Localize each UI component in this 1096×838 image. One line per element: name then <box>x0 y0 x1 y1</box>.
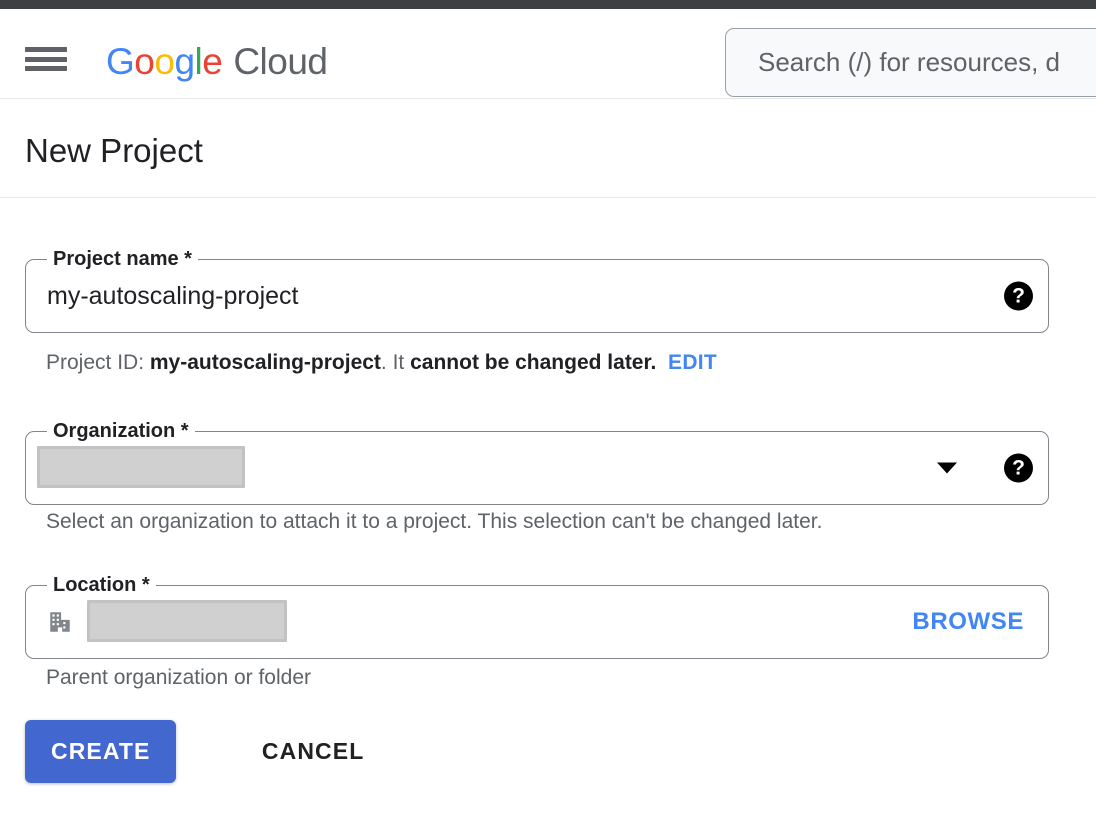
logo-letter-e: e <box>202 41 223 82</box>
global-search-box[interactable] <box>725 28 1096 97</box>
window-top-bar <box>0 0 1096 9</box>
hamburger-bar <box>25 66 67 71</box>
hamburger-menu-icon[interactable] <box>25 45 67 73</box>
logo-word-cloud: Cloud <box>233 41 328 82</box>
logo-letter-o1: o <box>134 41 155 82</box>
logo-letter-o2: o <box>154 41 175 82</box>
organization-label: Organization * <box>47 419 195 443</box>
organization-field[interactable]: Organization * ? <box>25 419 1049 505</box>
cancel-button[interactable]: CANCEL <box>236 720 390 783</box>
project-name-value[interactable]: my-autoscaling-project <box>47 280 299 312</box>
organization-value-redacted[interactable] <box>37 446 245 488</box>
logo-letter-g: g <box>174 41 195 82</box>
project-name-label: Project name * <box>47 247 198 271</box>
project-id-helper-text: Project ID: my-autoscaling-project. It c… <box>46 350 717 376</box>
chevron-down-icon[interactable] <box>937 462 957 474</box>
organization-helper-text: Select an organization to attach it to a… <box>46 510 823 533</box>
help-circle-icon[interactable]: ? <box>1004 281 1033 311</box>
browse-location-button[interactable]: BROWSE <box>912 608 1024 636</box>
page-title-bar: New Project <box>0 100 1096 198</box>
hamburger-bar <box>25 56 67 62</box>
app-header: Google Cloud <box>0 9 1096 99</box>
create-button[interactable]: CREATE <box>25 720 177 783</box>
project-id-value: my-autoscaling-project <box>149 351 381 374</box>
project-id-middle: . It <box>380 351 411 374</box>
location-field[interactable]: Location * BROWSE <box>25 573 1049 659</box>
project-id-emphasis: cannot be changed later. <box>410 351 657 374</box>
project-name-field[interactable]: Project name * my-autoscaling-project ? <box>25 247 1049 333</box>
search-input[interactable] <box>726 47 1096 78</box>
edit-project-id-link[interactable]: EDIT <box>668 351 717 374</box>
form-actions: CREATE CANCEL <box>25 720 390 783</box>
new-project-form: Project name * my-autoscaling-project ? … <box>0 199 1096 838</box>
hamburger-bar <box>25 47 67 52</box>
location-label: Location * <box>47 573 156 597</box>
google-cloud-logo[interactable]: Google Cloud <box>106 39 328 85</box>
location-helper-text: Parent organization or folder <box>46 666 311 689</box>
project-id-prefix: Project ID: <box>46 351 150 374</box>
logo-letter-G: G <box>106 41 135 82</box>
help-circle-icon[interactable]: ? <box>1004 453 1033 483</box>
page-title: New Project <box>25 132 203 169</box>
location-value-redacted[interactable] <box>87 600 287 642</box>
building-icon <box>50 612 70 632</box>
